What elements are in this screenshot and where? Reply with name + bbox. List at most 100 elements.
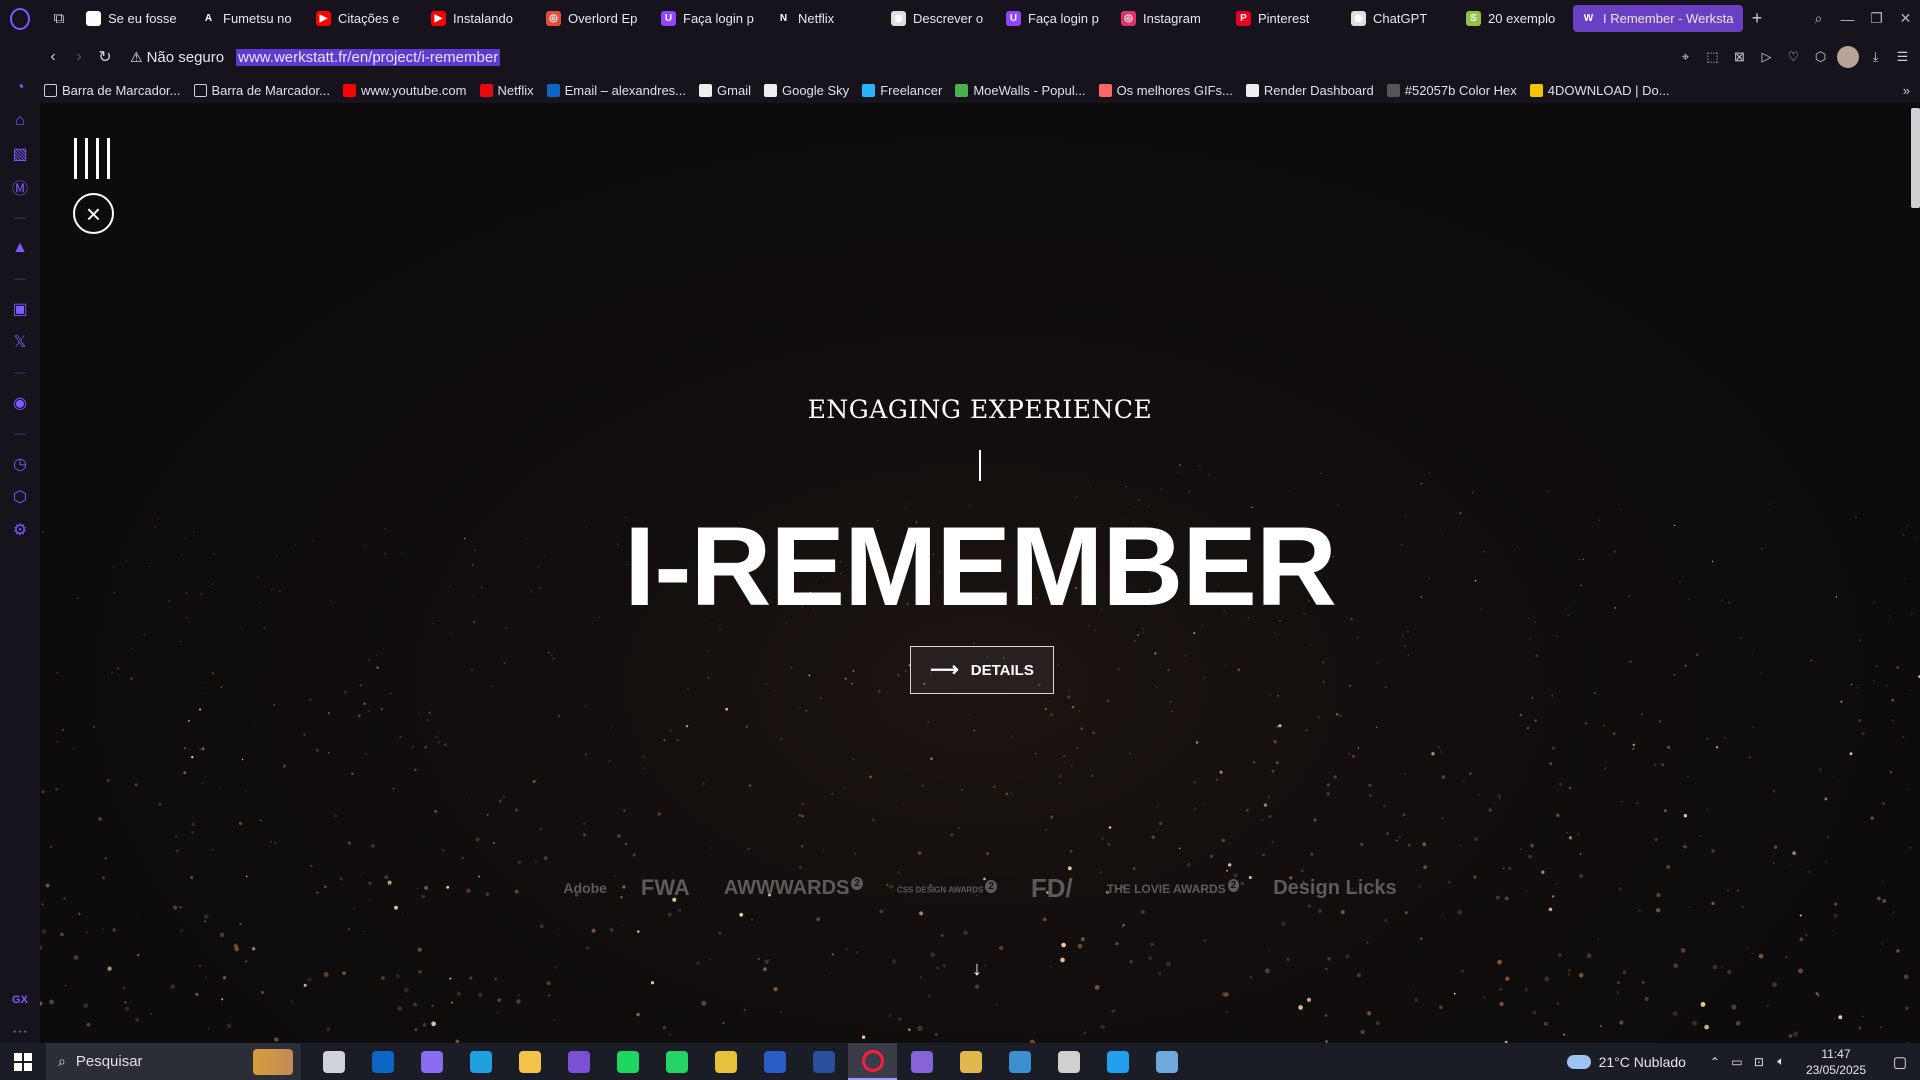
sidebar-bot-icon[interactable]: ⌂ bbox=[0, 104, 40, 137]
taskbar-shield-app-icon[interactable] bbox=[995, 1043, 1044, 1080]
tab[interactable]: S 20 exemplo bbox=[1458, 5, 1572, 32]
sidebar-extensions-icon[interactable]: ⬡ bbox=[0, 480, 40, 513]
taskbar-opera-gx-icon[interactable] bbox=[848, 1043, 897, 1080]
tab-islands-button[interactable]: ⧉ bbox=[40, 0, 78, 37]
taskbar-outlook-icon[interactable] bbox=[358, 1043, 407, 1080]
meet-icon[interactable]: ▭ bbox=[1726, 1055, 1748, 1069]
profile-avatar[interactable] bbox=[1837, 46, 1859, 68]
scroll-down-arrow-icon[interactable]: ↓ bbox=[972, 958, 982, 981]
play-icon[interactable]: ▷ bbox=[1753, 49, 1780, 65]
particle bbox=[450, 633, 452, 635]
taskbar-task-view-icon[interactable] bbox=[309, 1043, 358, 1080]
taskbar-edge-icon[interactable] bbox=[456, 1043, 505, 1080]
chevron-up-icon[interactable]: ⌃ bbox=[1704, 1055, 1726, 1069]
tab[interactable]: P Pinterest bbox=[1228, 5, 1342, 32]
bookmark-item[interactable]: Os melhores GIFs... bbox=[1098, 83, 1233, 98]
volume-icon[interactable]: 🔈︎ bbox=[1770, 1054, 1792, 1069]
arrow-right-icon: ⟶ bbox=[930, 659, 959, 681]
taskbar-word-icon[interactable] bbox=[750, 1043, 799, 1080]
forward-button[interactable]: › bbox=[66, 48, 92, 66]
bookmark-item[interactable]: MoeWalls - Popul... bbox=[955, 83, 1086, 98]
sidebar-mail-icon[interactable]: Ⓜ bbox=[0, 170, 40, 203]
particle bbox=[183, 747, 186, 750]
tab[interactable]: ◎ Instagram bbox=[1113, 5, 1227, 32]
url-text[interactable]: www.werkstatt.fr/en/project/i-remember bbox=[236, 48, 501, 66]
weather-widget[interactable]: 21°C Nublado bbox=[1566, 1054, 1686, 1070]
particle bbox=[1179, 464, 1181, 466]
tab[interactable]: ◎ Overlord Ep bbox=[538, 5, 652, 32]
bookmark-item[interactable]: Netflix bbox=[479, 83, 534, 98]
sidebar-x-icon[interactable]: 𝕏 bbox=[0, 325, 40, 358]
bookmark-item[interactable]: www.youtube.com bbox=[343, 83, 467, 98]
taskbar-spotify-icon[interactable] bbox=[603, 1043, 652, 1080]
download-icon[interactable]: ⤓ bbox=[1862, 49, 1889, 65]
sidebar-history-icon[interactable]: ◷ bbox=[0, 447, 40, 480]
sidebar-twitch-icon[interactable]: ▣ bbox=[0, 292, 40, 325]
tab[interactable]: U Faça login p bbox=[653, 5, 767, 32]
opera-menu-button[interactable] bbox=[0, 0, 40, 37]
taskbar-dark-app-icon[interactable] bbox=[1044, 1043, 1093, 1080]
tab[interactable]: A Fumetsu no bbox=[193, 5, 307, 32]
url-field[interactable]: ⚠ Não seguro www.werkstatt.fr/en/project… bbox=[130, 48, 501, 66]
adblock-icon[interactable]: ⊠ bbox=[1726, 49, 1753, 65]
details-button[interactable]: ⟶ DETAILS bbox=[910, 646, 1054, 694]
snapshot-icon[interactable]: ⬚ bbox=[1699, 49, 1726, 65]
tab[interactable]: W I Remember - Werksta bbox=[1573, 5, 1743, 32]
particle bbox=[394, 905, 398, 910]
page-scrollbar[interactable] bbox=[1911, 108, 1920, 208]
tab[interactable]: a Se eu fosse bbox=[78, 5, 192, 32]
minimize-button[interactable]: — bbox=[1833, 11, 1862, 27]
pin-icon[interactable]: ⌖ bbox=[1672, 49, 1699, 65]
taskbar-vscode-icon[interactable] bbox=[1093, 1043, 1142, 1080]
taskbar-file-explorer-icon[interactable] bbox=[505, 1043, 554, 1080]
start-button[interactable] bbox=[0, 1043, 46, 1080]
bookmark-item[interactable]: #52057b Color Hex bbox=[1386, 83, 1517, 98]
tab-favicon-icon: ◉ bbox=[891, 11, 906, 26]
tab[interactable]: ▶ Citações e bbox=[308, 5, 422, 32]
tab[interactable]: ◉ ChatGPT bbox=[1343, 5, 1457, 32]
bookmark-item[interactable]: 4DOWNLOAD | Do... bbox=[1529, 83, 1670, 98]
close-icon[interactable]: × bbox=[73, 193, 114, 234]
back-button[interactable]: ‹ bbox=[40, 48, 66, 66]
extensions-icon[interactable]: ⬡ bbox=[1807, 49, 1834, 65]
taskbar-visual-studio-icon[interactable] bbox=[897, 1043, 946, 1080]
close-window-button[interactable]: ✕ bbox=[1891, 10, 1920, 27]
taskbar-search[interactable]: ⌕ Pesquisar bbox=[46, 1043, 301, 1080]
tab[interactable]: ◉ Descrever o bbox=[883, 5, 997, 32]
taskbar-remote-app-icon[interactable] bbox=[1142, 1043, 1191, 1080]
bookmark-item[interactable]: Freelancer bbox=[862, 83, 942, 98]
network-icon[interactable]: ⊡ bbox=[1748, 1055, 1770, 1069]
bookmark-item[interactable]: Gmail bbox=[699, 83, 751, 98]
tab[interactable]: ▶ Instalando bbox=[423, 5, 537, 32]
taskbar-copilot-icon[interactable] bbox=[407, 1043, 456, 1080]
heart-icon[interactable]: ♡ bbox=[1780, 49, 1807, 65]
reload-button[interactable]: ↻ bbox=[92, 47, 118, 67]
bookmark-item[interactable]: Render Dashboard bbox=[1245, 83, 1374, 98]
sidebar-speed-dial-icon[interactable]: ◔ bbox=[0, 71, 40, 104]
new-tab-button[interactable]: + bbox=[1744, 8, 1770, 29]
notifications-icon[interactable]: ▢ bbox=[1880, 1053, 1920, 1071]
taskbar-image-editor-icon[interactable] bbox=[701, 1043, 750, 1080]
particle bbox=[888, 1014, 892, 1018]
sidebar-layers-icon[interactable]: ▧ bbox=[0, 137, 40, 170]
bookmark-item[interactable]: Barra de Marcador... bbox=[193, 83, 330, 98]
taskbar-app-blue-icon[interactable] bbox=[799, 1043, 848, 1080]
sidebar-gx-icon[interactable]: GX bbox=[0, 983, 40, 1016]
clock[interactable]: 11:47 23/05/2025 bbox=[1806, 1046, 1866, 1078]
easy-setup-icon[interactable]: ☰ bbox=[1889, 49, 1916, 65]
sidebar-settings-icon[interactable]: ⚙ bbox=[0, 513, 40, 546]
bookmarks-overflow-icon[interactable]: » bbox=[1903, 83, 1910, 98]
sidebar-aria-icon[interactable]: ▲ bbox=[0, 231, 40, 264]
taskbar-whatsapp-icon[interactable] bbox=[652, 1043, 701, 1080]
bookmark-item[interactable]: Email – alexandres... bbox=[546, 83, 686, 98]
taskbar-github-desktop-icon[interactable] bbox=[554, 1043, 603, 1080]
tab[interactable]: N Netflix bbox=[768, 5, 882, 32]
bookmark-item[interactable]: Barra de Marcador... bbox=[44, 83, 181, 98]
sidebar-player-icon[interactable]: ◉ bbox=[0, 386, 40, 419]
taskbar-book-app-icon[interactable] bbox=[946, 1043, 995, 1080]
restore-button[interactable]: ❐ bbox=[1862, 10, 1891, 27]
tab[interactable]: U Faça login p bbox=[998, 5, 1112, 32]
search-tabs-icon[interactable]: ⌕ bbox=[1804, 10, 1833, 27]
menu-button[interactable] bbox=[74, 138, 110, 179]
bookmark-item[interactable]: Google Sky bbox=[763, 83, 849, 98]
